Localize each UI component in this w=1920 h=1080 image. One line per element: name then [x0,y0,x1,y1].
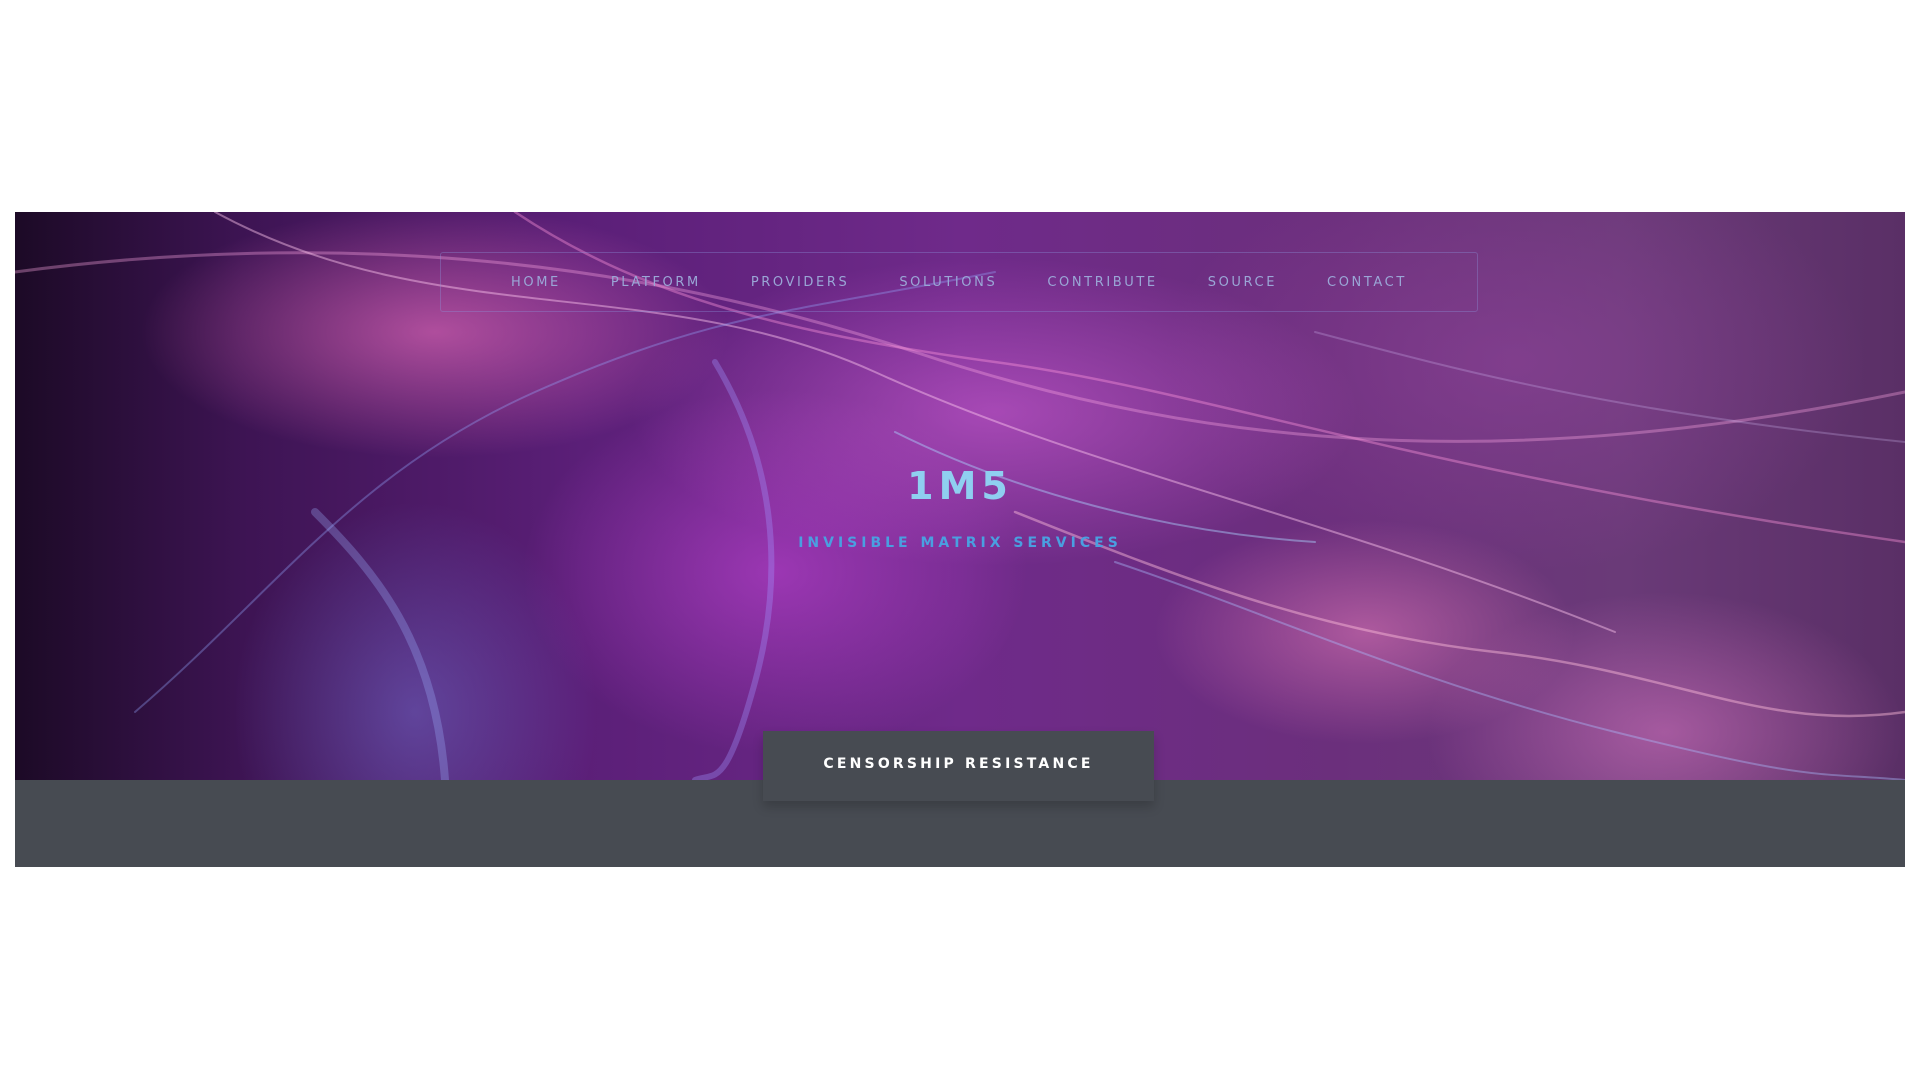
site-subtitle: INVISIBLE MATRIX SERVICES [798,535,1122,551]
main-navigation: HOME PLATFORM PROVIDERS SOLUTIONS CONTRI… [440,252,1478,312]
page: HOME PLATFORM PROVIDERS SOLUTIONS CONTRI… [0,0,1920,1080]
section-tab-label: CENSORSHIP RESISTANCE [823,756,1094,772]
nav-item-solutions[interactable]: SOLUTIONS [899,275,997,290]
nav-item-platform[interactable]: PLATFORM [611,275,701,290]
site-title: 1M5 [907,464,1013,508]
nav-item-providers[interactable]: PROVIDERS [751,275,850,290]
section-tab-censorship-resistance[interactable]: CENSORSHIP RESISTANCE [763,731,1154,801]
hero-banner: HOME PLATFORM PROVIDERS SOLUTIONS CONTRI… [15,212,1905,780]
nav-item-home[interactable]: HOME [511,275,561,290]
nav-item-contact[interactable]: CONTACT [1327,275,1407,290]
nav-item-contribute[interactable]: CONTRIBUTE [1047,275,1157,290]
nav-item-source[interactable]: SOURCE [1208,275,1277,290]
